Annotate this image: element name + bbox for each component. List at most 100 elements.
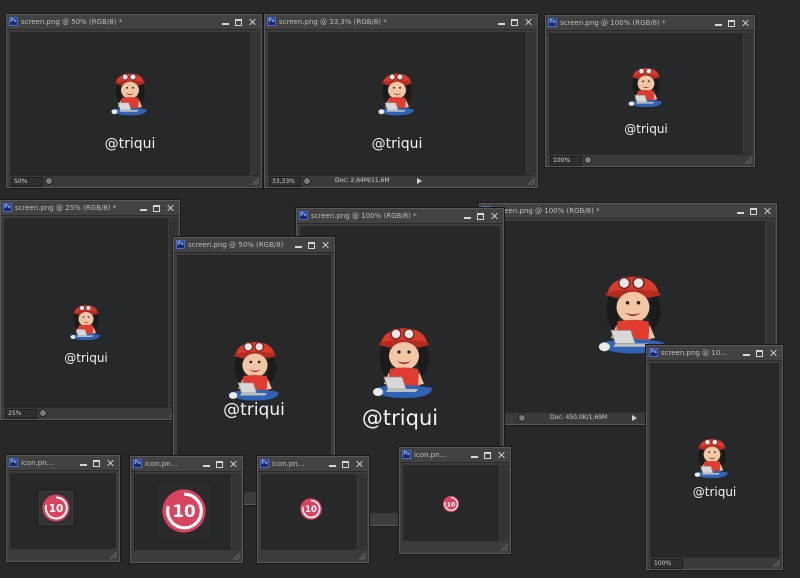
minimize-icon[interactable] [220,17,231,27]
status-menu-icon[interactable] [39,409,47,417]
document-window-screen-33[interactable]: Ps screen.png @ 33,3% (RGB/8) * @triqui … [264,14,538,188]
badge-10-icon [442,495,460,513]
close-icon[interactable] [354,459,365,469]
minimize-icon[interactable] [713,18,724,28]
maximize-icon[interactable] [306,240,317,250]
minimize-icon[interactable] [496,17,507,27]
document-window-screen-25[interactable]: Ps screen.png @ 25% (RGB/8) * @triqui 25… [0,200,180,420]
resize-grip-icon[interactable] [773,560,780,567]
window-title-bar[interactable]: Ps icon.pn... [131,457,242,472]
close-icon[interactable] [105,458,116,468]
window-title-bar[interactable]: Ps screen.png @ 10... [647,346,782,361]
window-title-bar[interactable]: Ps icon.pn... [400,448,510,463]
vertical-scrollbar[interactable] [232,474,241,550]
icon-preview [37,489,75,527]
maximize-icon[interactable] [754,348,765,358]
document-canvas[interactable]: @triqui [650,363,779,557]
icon-window-2[interactable]: Ps icon.pn... [130,456,243,563]
document-canvas[interactable] [134,474,231,550]
close-icon[interactable] [523,17,534,27]
minimize-icon[interactable] [138,203,149,213]
document-canvas[interactable]: @triqui [10,32,250,175]
maximize-icon[interactable] [233,17,244,27]
document-canvas[interactable]: @triqui [4,218,168,407]
window-title-bar[interactable]: Ps screen.png @ 100% (RGB/8) * [546,16,754,31]
zoom-level[interactable]: 50% [11,177,43,187]
maximize-icon[interactable] [482,450,493,460]
window-title-bar[interactable]: Ps screen.png @ 50% (RGB/8) * [174,238,334,253]
document-canvas[interactable] [403,465,499,541]
close-icon[interactable] [762,206,773,216]
document-window-screen-50[interactable]: Ps screen.png @ 50% (RGB/8) * @triqui 50… [6,14,262,188]
window-title-bar[interactable]: Ps screen.png @ 33,3% (RGB/8) * [265,15,537,30]
minimize-icon[interactable] [293,240,304,250]
document-canvas[interactable]: @triqui [268,32,526,175]
document-canvas[interactable] [10,473,116,549]
document-window-screen-100-top[interactable]: Ps screen.png @ 100% (RGB/8) * @triqui 1… [545,15,755,167]
status-menu-icon[interactable] [303,177,311,185]
status-menu-icon[interactable] [518,414,526,422]
window-title: screen.png @ 50% (RGB/8) * [21,18,123,26]
window-title-bar[interactable]: Ps screen.png @ 25% (RGB/8) * [1,201,179,216]
close-icon[interactable] [320,240,331,250]
vertical-scrollbar[interactable] [358,474,367,550]
status-arrow-icon[interactable] [632,415,637,421]
handle-text: @triqui [64,351,108,365]
maximize-icon[interactable] [726,18,737,28]
window-title-bar[interactable]: Ps screen.png @ 100% (RGB/8) * [480,204,776,219]
document-window-screen-100-right[interactable]: Ps screen.png @ 10... @triqui 100% [646,345,783,570]
close-icon[interactable] [247,17,258,27]
close-icon[interactable] [740,18,751,28]
zoom-level[interactable]: 100% [651,559,683,569]
icon-window-4[interactable]: Ps icon.pn... [399,447,511,554]
maximize-icon[interactable] [91,458,102,468]
resize-grip-icon[interactable] [252,178,259,185]
minimize-icon[interactable] [201,459,212,469]
window-title-bar[interactable]: Ps icon.pn... [7,456,119,471]
close-icon[interactable] [496,450,507,460]
status-arrow-icon[interactable] [417,178,422,184]
minimize-icon[interactable] [462,211,473,221]
window-title-bar[interactable]: Ps icon.pn... [258,457,368,472]
close-icon[interactable] [489,211,500,221]
maximize-icon[interactable] [748,206,759,216]
vertical-scrollbar[interactable] [500,465,509,541]
vertical-scrollbar[interactable] [744,33,753,154]
resize-grip-icon[interactable] [528,178,535,185]
status-menu-icon[interactable] [45,177,53,185]
status-menu-icon[interactable] [584,156,592,164]
window-title-bar[interactable]: Ps screen.png @ 50% (RGB/8) * [7,15,261,30]
zoom-level[interactable]: 25% [5,409,37,419]
close-icon[interactable] [228,459,239,469]
resize-grip-icon[interactable] [110,552,117,559]
resize-grip-icon[interactable] [501,544,508,551]
status-bar: 100% [548,154,752,166]
minimize-icon[interactable] [327,459,338,469]
minimize-icon[interactable] [741,348,752,358]
window-title-bar[interactable]: Ps screen.png @ 100% (RGB/8) * [297,209,503,224]
maximize-icon[interactable] [509,17,520,27]
window-title: icon.pn... [272,460,305,468]
document-canvas[interactable] [261,474,357,550]
maximize-icon[interactable] [340,459,351,469]
minimize-icon[interactable] [469,450,480,460]
document-canvas[interactable]: @triqui [549,33,743,154]
close-icon[interactable] [165,203,176,213]
maximize-icon[interactable] [151,203,162,213]
maximize-icon[interactable] [475,211,486,221]
icon-window-3[interactable]: Ps icon.pn... [257,456,369,563]
minimize-icon[interactable] [735,206,746,216]
maximize-icon[interactable] [214,459,225,469]
close-icon[interactable] [768,348,779,358]
resize-grip-icon[interactable] [745,157,752,164]
minimize-icon[interactable] [78,458,89,468]
icon-window-1[interactable]: Ps icon.pn... [6,455,120,562]
resize-grip-icon[interactable] [233,553,240,560]
window-title: icon.pn... [414,451,447,459]
zoom-level[interactable]: 100% [550,156,582,166]
vertical-scrollbar[interactable] [527,32,536,175]
resize-grip-icon[interactable] [359,553,366,560]
vertical-scrollbar[interactable] [251,32,260,175]
zoom-level[interactable]: 33,33% [269,177,301,187]
status-bar: 33,33% Doc: 2,64M/11,6M [267,175,535,187]
